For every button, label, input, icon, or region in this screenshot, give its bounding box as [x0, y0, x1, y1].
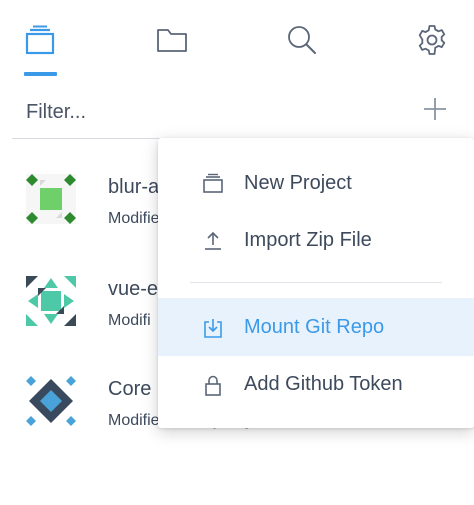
tab-files[interactable]: [154, 22, 190, 58]
project-avatar: [26, 276, 76, 326]
project-modified: Modifie: [108, 210, 160, 227]
gear-icon: [418, 25, 446, 55]
menu-item-label: Mount Git Repo: [244, 315, 385, 338]
download-box-icon: [204, 319, 222, 338]
project-name: vue-e: [108, 278, 159, 300]
menu-item-import-zip[interactable]: Import Zip File: [158, 211, 474, 269]
menu-item-add-github-token[interactable]: Add Github Token: [158, 355, 474, 413]
plus-icon[interactable]: [422, 96, 448, 122]
menu-item-new-project[interactable]: New Project: [158, 154, 474, 212]
search-icon: [288, 26, 316, 54]
menu-item-label: Add Github Token: [244, 372, 403, 395]
top-tab-bar: [0, 0, 474, 78]
add-menu-dropdown: New Project Import Zip File Mount Git Re…: [158, 138, 474, 428]
active-tab-indicator: [24, 72, 57, 76]
lock-icon: [205, 375, 221, 396]
filter-row: [12, 90, 462, 139]
project-name: Core: [108, 378, 152, 400]
menu-item-label: New Project: [244, 171, 352, 194]
menu-item-mount-git-repo[interactable]: Mount Git Repo: [158, 298, 474, 356]
folder-icon: [157, 29, 187, 52]
tab-settings[interactable]: [414, 22, 450, 58]
project-modified: Modifi: [108, 312, 151, 329]
menu-divider: [190, 282, 442, 283]
upload-icon: [205, 231, 221, 250]
tab-projects[interactable]: [22, 22, 58, 58]
projects-stack-icon: [25, 25, 55, 55]
menu-item-label: Import Zip File: [244, 228, 372, 251]
new-project-icon: [203, 173, 223, 193]
filter-input[interactable]: [12, 92, 406, 132]
project-name: blur-a: [108, 176, 160, 198]
project-avatar: [26, 174, 76, 224]
tab-search[interactable]: [284, 22, 320, 58]
project-avatar: [26, 376, 76, 426]
